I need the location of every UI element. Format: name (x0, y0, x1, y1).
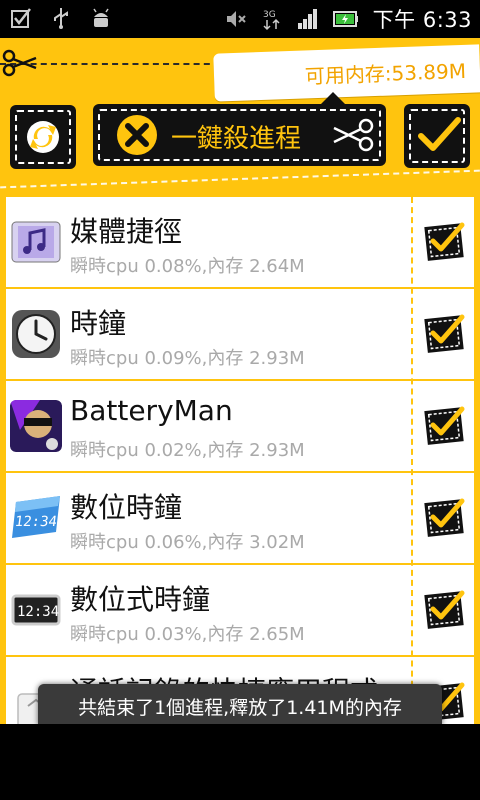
process-checkbox-checked[interactable] (424, 589, 466, 631)
clock-icon (12, 310, 60, 358)
screen: 3G 下午 6:33 可用内存:53.89M 一鍵殺進程 媒體捷徑 瞬時cpu … (0, 0, 480, 800)
dashed-divider (0, 169, 480, 189)
refresh-button[interactable] (10, 105, 76, 169)
available-memory-label: 可用内存:53.89M (304, 58, 467, 89)
process-stats: 瞬時cpu 0.03%,內存 2.65M (70, 624, 305, 645)
process-name: 媒體捷徑 (70, 215, 183, 248)
kill-all-label: 一鍵殺進程 (171, 124, 302, 154)
process-name: 數位式時鐘 (70, 583, 211, 616)
checkmark-icon (418, 117, 461, 151)
process-name: 數位時鐘 (70, 491, 183, 524)
process-checkbox-checked[interactable] (424, 497, 466, 539)
svg-text:12:34: 12:34 (14, 514, 58, 530)
digital-clock-icon: 12:34 (12, 496, 60, 538)
task-killer-app: 可用内存:53.89M 一鍵殺進程 媒體捷徑 瞬時cpu 0.08%,內存 2.… (0, 38, 480, 724)
media-shortcut-icon (11, 221, 61, 263)
process-checkbox-checked[interactable] (424, 313, 466, 355)
process-name: 時鐘 (70, 307, 127, 340)
svg-text:12:34: 12:34 (17, 604, 59, 620)
status-bar: 3G 下午 6:33 (0, 0, 480, 38)
close-x-icon (117, 115, 157, 155)
process-checkbox-checked[interactable] (424, 405, 466, 447)
scissors-icon (333, 118, 374, 152)
svg-text:3G: 3G (263, 10, 276, 20)
refresh-icon (27, 121, 59, 153)
process-item[interactable]: 12:34 數位式時鐘 瞬時cpu 0.03%,內存 2.65M (6, 565, 474, 657)
3g-data-icon: 3G (263, 10, 280, 31)
digital-clock-widget-icon: 12:34 (11, 594, 61, 626)
result-toast: 共結束了1個進程,釋放了1.41M的內存 (38, 684, 442, 726)
process-list: 媒體捷徑 瞬時cpu 0.08%,內存 2.64M 時鐘 瞬時cpu 0.09%… (6, 197, 474, 724)
process-checkbox-checked[interactable] (424, 221, 466, 263)
process-item[interactable]: 媒體捷徑 瞬時cpu 0.08%,內存 2.64M (6, 197, 474, 289)
usb-icon (54, 8, 68, 29)
select-all-button[interactable] (404, 104, 470, 168)
process-name: BatteryMan (70, 394, 233, 427)
process-stats: 瞬時cpu 0.08%,內存 2.64M (70, 256, 305, 277)
process-item[interactable]: 12:34 數位時鐘 瞬時cpu 0.06%,內存 3.02M (6, 473, 474, 565)
signal-bars-icon (297, 9, 317, 29)
process-item[interactable]: 時鐘 瞬時cpu 0.09%,內存 2.93M (6, 289, 474, 381)
process-item[interactable]: BatteryMan 瞬時cpu 0.02%,內存 2.93M (6, 381, 474, 473)
scissors-icon (2, 49, 37, 77)
bottom-area (0, 724, 480, 800)
batteryman-icon (10, 400, 62, 452)
toast-message: 共結束了1個進程,釋放了1.41M的內存 (78, 697, 402, 719)
notification-check-icon (11, 8, 31, 28)
kill-all-processes-button[interactable]: 一鍵殺進程 (93, 92, 386, 166)
mute-icon (226, 11, 246, 27)
android-icon (93, 8, 109, 27)
status-time: 下午 6:33 (372, 8, 472, 32)
process-stats: 瞬時cpu 0.09%,內存 2.93M (70, 348, 305, 369)
process-stats: 瞬時cpu 0.06%,內存 3.02M (70, 532, 305, 553)
battery-charging-icon (332, 11, 358, 27)
process-stats: 瞬時cpu 0.02%,內存 2.93M (70, 440, 305, 461)
